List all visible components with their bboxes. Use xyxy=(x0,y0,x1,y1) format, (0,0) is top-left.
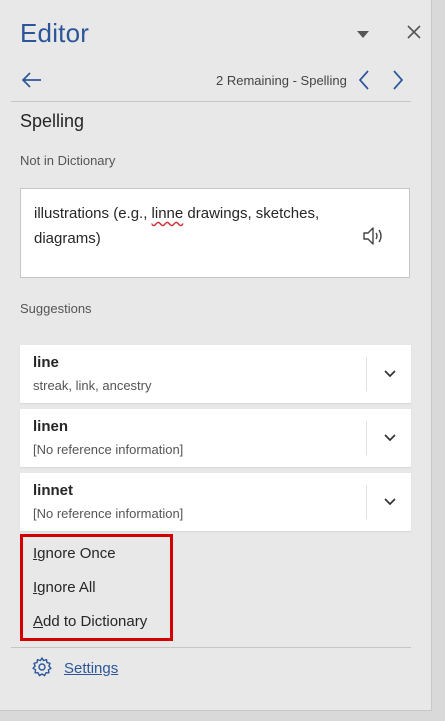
add-to-dictionary-label: dd to Dictionary xyxy=(43,613,148,630)
suggestion-separator xyxy=(366,485,367,519)
editor-pane: Editor 2 Remaining - Spelling Spelling N… xyxy=(0,0,432,711)
header-divider xyxy=(11,101,411,102)
suggestion-item[interactable]: linnet [No reference information] xyxy=(20,473,411,531)
suggestion-item[interactable]: line streak, link, ancestry xyxy=(20,345,411,403)
chevron-right-icon[interactable] xyxy=(389,68,407,92)
chevron-down-icon[interactable] xyxy=(382,431,398,445)
context-box: illustrations (e.g., linne drawings, ske… xyxy=(20,188,410,278)
ignore-once-button[interactable]: Ignore Once xyxy=(33,545,116,562)
chevron-down-icon[interactable] xyxy=(382,367,398,381)
suggestion-item[interactable]: linen [No reference information] xyxy=(20,409,411,467)
suggestion-detail: streak, link, ancestry xyxy=(33,378,152,393)
remaining-count: 2 Remaining - Spelling xyxy=(216,73,347,88)
ignore-all-label: gnore All xyxy=(37,579,96,596)
footer-divider xyxy=(11,647,411,648)
suggestion-detail: [No reference information] xyxy=(33,506,184,521)
ignore-all-button[interactable]: Ignore All xyxy=(33,579,96,596)
suggestion-separator xyxy=(366,357,367,391)
triangle-down-icon[interactable] xyxy=(357,31,369,38)
ignore-once-label: gnore Once xyxy=(37,545,116,562)
settings-label: ettings xyxy=(74,660,119,677)
suggestion-word: line xyxy=(33,354,59,371)
section-title: Spelling xyxy=(20,111,85,131)
settings-accesskey: S xyxy=(64,660,75,677)
context-text: illustrations (e.g., linne drawings, ske… xyxy=(34,201,354,251)
suggestions-label: Suggestions xyxy=(20,301,92,316)
context-before: illustrations (e.g., xyxy=(34,205,152,222)
chevron-down-icon[interactable] xyxy=(382,495,398,509)
pane-title: Editor xyxy=(20,18,90,48)
suggestion-separator xyxy=(366,421,367,455)
speaker-icon[interactable] xyxy=(362,225,386,247)
context-label: Not in Dictionary xyxy=(20,153,116,168)
add-to-dictionary-accesskey: A xyxy=(33,613,44,630)
gear-icon[interactable] xyxy=(31,656,53,678)
chevron-left-icon[interactable] xyxy=(355,68,373,92)
suggestion-word: linen xyxy=(33,418,69,435)
misspelled-word[interactable]: linne xyxy=(152,205,184,222)
arrow-left-icon[interactable] xyxy=(20,68,44,92)
add-to-dictionary-button[interactable]: Add to Dictionary xyxy=(33,613,147,630)
suggestion-word: linnet xyxy=(33,482,73,499)
close-icon[interactable] xyxy=(404,22,424,42)
settings-link[interactable]: Settings xyxy=(64,660,118,677)
suggestion-detail: [No reference information] xyxy=(33,442,184,457)
